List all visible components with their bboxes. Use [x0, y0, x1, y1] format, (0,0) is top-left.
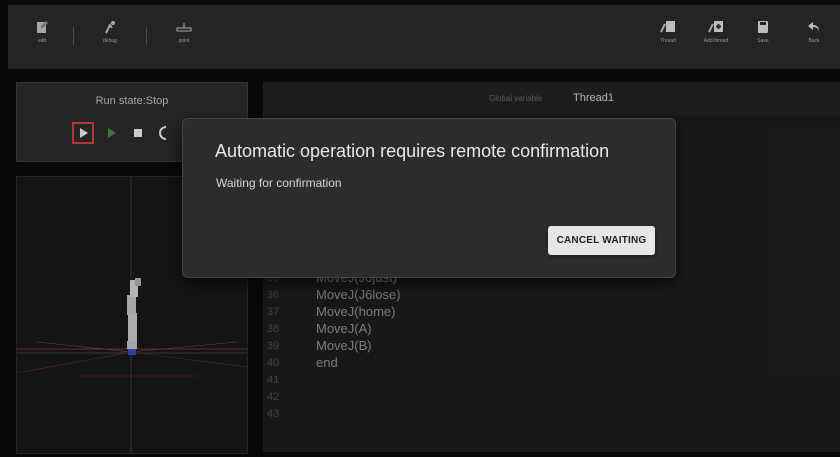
cancel-waiting-button[interactable]: CANCEL WAITING [548, 226, 655, 255]
dialog-message: Waiting for confirmation [216, 176, 342, 190]
dialog-title: Automatic operation requires remote conf… [215, 141, 610, 161]
remote-confirmation-dialog: Automatic operation requires remote conf… [182, 118, 676, 278]
